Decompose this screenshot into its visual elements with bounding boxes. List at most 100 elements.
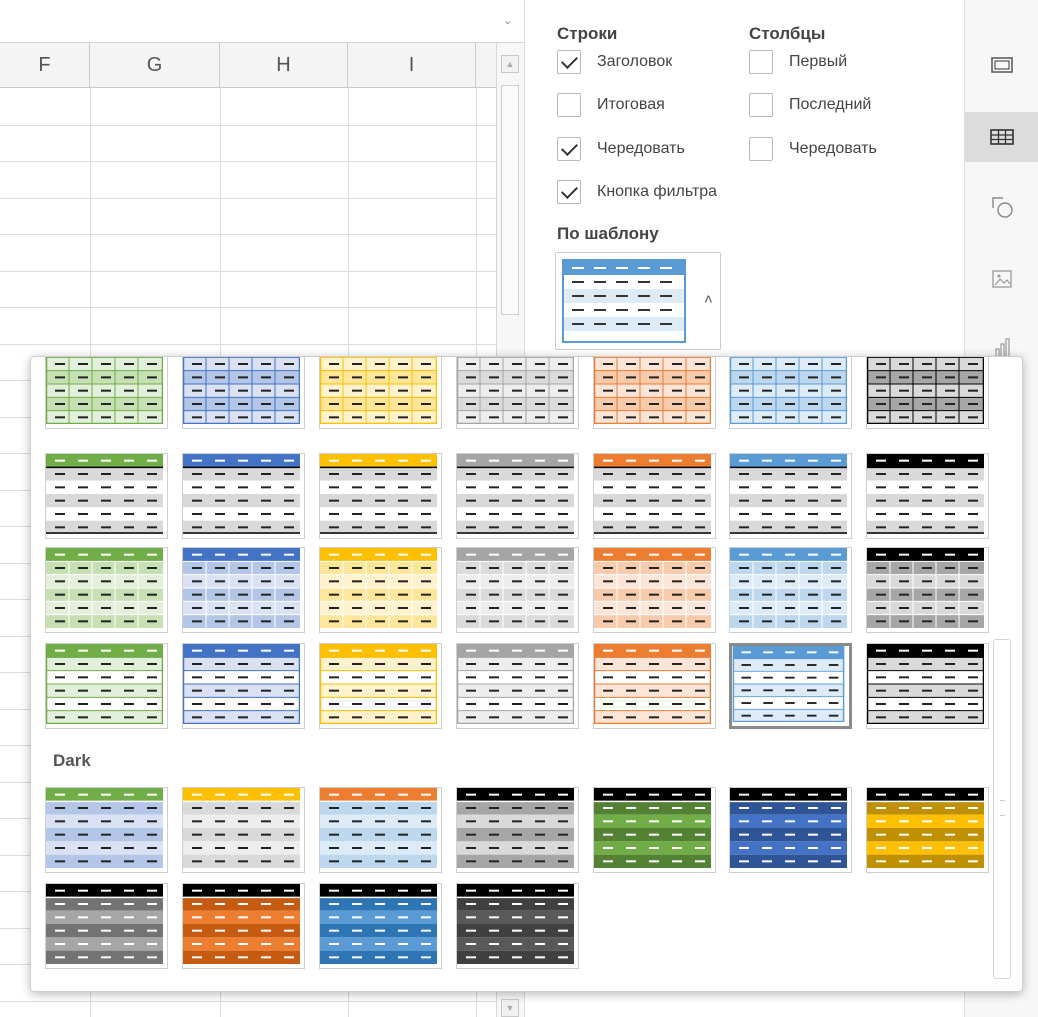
template-light-lightblue[interactable] (729, 643, 852, 729)
dropdown-scrollbar[interactable] (993, 639, 1011, 979)
template-header-line-gray[interactable] (456, 453, 579, 539)
template-grid-green[interactable] (45, 357, 168, 429)
rows-total-checkbox[interactable]: Итоговая (557, 91, 665, 119)
cols-last-checkbox[interactable]: Последний (749, 91, 871, 119)
template-section-title: По шаблону (557, 224, 659, 243)
template-grid-gray[interactable] (456, 357, 579, 429)
template-banded-orange[interactable] (593, 547, 716, 633)
checkbox-label: Первый (789, 53, 848, 70)
template-thumbnail (320, 454, 437, 534)
template-dark-9[interactable] (182, 883, 305, 969)
column-header-h[interactable]: H (220, 43, 348, 87)
template-grid-black[interactable] (866, 357, 989, 429)
checkbox[interactable] (749, 50, 773, 74)
template-header-line-blue[interactable] (182, 453, 305, 539)
table-settings-icon (990, 129, 1014, 145)
template-thumbnail (457, 644, 574, 724)
template-header-line-green[interactable] (45, 453, 168, 539)
checkbox[interactable] (749, 93, 773, 117)
scrollbar-thumb[interactable] (501, 85, 519, 315)
filter-button-checkbox[interactable]: Кнопка фильтра (557, 178, 717, 206)
template-thumbnail (457, 454, 574, 534)
cell-settings-button[interactable] (965, 40, 1038, 90)
checkbox[interactable] (557, 93, 581, 117)
template-thumbnail (457, 357, 574, 424)
checkbox[interactable] (557, 137, 581, 161)
cell-settings-icon (991, 57, 1013, 73)
rows-banded-checkbox[interactable]: Чередовать (557, 135, 685, 163)
template-dark-5[interactable] (593, 787, 716, 873)
template-light-blue[interactable] (182, 643, 305, 729)
image-settings-icon (992, 270, 1012, 288)
template-light-black[interactable] (866, 643, 989, 729)
template-grid-orange[interactable] (593, 357, 716, 429)
template-dark-7[interactable] (866, 787, 989, 873)
template-grid-lightblue[interactable] (729, 357, 852, 429)
template-thumbnail (46, 884, 163, 964)
template-thumbnail (183, 644, 300, 724)
grid-row-line (0, 161, 496, 162)
template-dark-8[interactable] (45, 883, 168, 969)
rows-header-checkbox[interactable]: Заголовок (557, 48, 672, 76)
template-light-orange[interactable] (593, 643, 716, 729)
column-header-label: H (276, 54, 291, 76)
template-grid-blue[interactable] (182, 357, 305, 429)
template-thumbnail (594, 788, 711, 868)
grid-row-line (0, 234, 496, 235)
template-banded-gray[interactable] (456, 547, 579, 633)
shape-settings-icon (992, 197, 1013, 218)
checkbox[interactable] (557, 50, 581, 74)
column-header-i[interactable]: I (348, 43, 476, 87)
template-dark-4[interactable] (456, 787, 579, 873)
template-banded-blue[interactable] (182, 547, 305, 633)
template-banded-lightblue[interactable] (729, 547, 852, 633)
template-banded-black[interactable] (866, 547, 989, 633)
scroll-down-icon[interactable]: ▼ (501, 999, 519, 1017)
template-dark-11[interactable] (456, 883, 579, 969)
template-dark-10[interactable] (319, 883, 442, 969)
template-dark-1[interactable] (45, 787, 168, 873)
template-dark-6[interactable] (729, 787, 852, 873)
template-thumbnail (867, 788, 984, 868)
checkbox-label: Чередовать (597, 140, 685, 157)
checkbox[interactable] (557, 180, 581, 204)
template-dark-3[interactable] (319, 787, 442, 873)
template-header-line-black[interactable] (866, 453, 989, 539)
template-header-line-yellow[interactable] (319, 453, 442, 539)
grid-row-line (0, 198, 496, 199)
template-thumbnail (46, 357, 163, 424)
template-thumbnail (867, 454, 984, 534)
checkbox-label: Кнопка фильтра (597, 183, 718, 200)
template-header-line-orange[interactable] (593, 453, 716, 539)
column-header-g[interactable]: G (90, 43, 220, 87)
template-light-green[interactable] (45, 643, 168, 729)
template-thumbnail (867, 644, 984, 724)
cols-first-checkbox[interactable]: Первый (749, 48, 847, 76)
chevron-up-icon[interactable]: ˄ (704, 291, 713, 308)
column-header-f[interactable]: F (0, 43, 90, 87)
template-dark-2[interactable] (182, 787, 305, 873)
formula-expand-icon[interactable]: ⌄ (503, 14, 512, 27)
dark-section-label: Dark (53, 751, 91, 770)
template-header-line-lightblue[interactable] (729, 453, 852, 539)
template-thumbnail (732, 646, 845, 722)
table-settings-button[interactable] (965, 112, 1038, 162)
template-banded-yellow[interactable] (319, 547, 442, 633)
shape-settings-button[interactable] (965, 182, 1038, 232)
template-grid-yellow[interactable] (319, 357, 442, 429)
template-light-yellow[interactable] (319, 643, 442, 729)
template-light-gray[interactable] (456, 643, 579, 729)
image-settings-button[interactable] (965, 254, 1038, 304)
cols-banded-checkbox[interactable]: Чередовать (749, 135, 877, 163)
template-thumbnail (730, 454, 847, 534)
formula-bar[interactable]: ⌄ (0, 0, 524, 43)
template-thumbnail (320, 884, 437, 964)
checkbox[interactable] (749, 137, 773, 161)
scroll-up-icon[interactable]: ▲ (501, 55, 519, 73)
template-thumbnail (320, 548, 437, 628)
columns-section-title: Столбцы (749, 24, 826, 43)
table-template-dropdown[interactable]: Dark (30, 356, 1023, 992)
template-thumbnail (320, 788, 437, 868)
template-banded-green[interactable] (45, 547, 168, 633)
template-picker[interactable]: ˄ (555, 252, 721, 350)
